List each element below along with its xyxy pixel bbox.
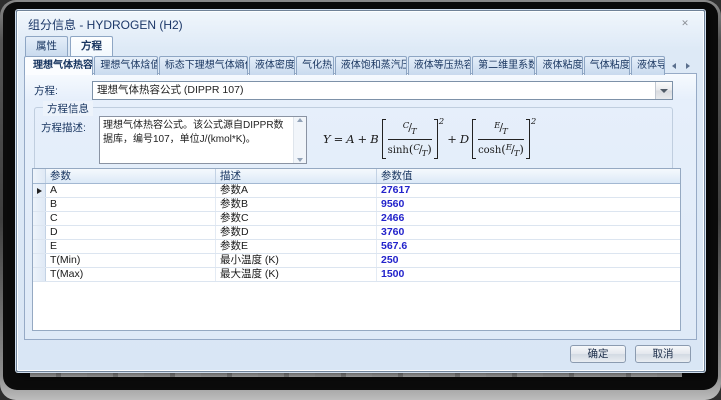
- table-empty-area: [33, 282, 680, 330]
- desc-cell: 参数B: [216, 198, 377, 211]
- value-cell[interactable]: 1500: [377, 268, 680, 281]
- value-cell[interactable]: 2466: [377, 212, 680, 225]
- row-selector[interactable]: [33, 240, 46, 253]
- ideal-gas-heat-capacity-page: 方程: 理想气体热容公式 (DIPPR 107) 方程信息 方程描述: 理想气体…: [24, 73, 697, 340]
- equation-info-group: 方程信息 方程描述: 理想气体热容公式。该公式源自DIPPR数据库，编号107，…: [34, 107, 673, 171]
- param-cell[interactable]: T(Max): [46, 268, 216, 281]
- param-cell[interactable]: C: [46, 212, 216, 225]
- tab-scroll-left-icon[interactable]: [669, 59, 680, 72]
- equation-label: 方程:: [34, 83, 92, 98]
- dialog-title: 组分信息 - HYDROGEN (H2): [28, 16, 183, 33]
- tab-scroll-right-icon[interactable]: [683, 59, 694, 72]
- table-header: 参数 描述 参数值: [33, 169, 680, 184]
- close-icon[interactable]: ✕: [678, 17, 692, 29]
- subtab-liquid-conductivity[interactable]: 液体导: [631, 56, 665, 75]
- combo-dropdown-button[interactable]: [655, 82, 672, 99]
- tab-equations[interactable]: 方程: [70, 36, 113, 56]
- equation-formula: Y = A + B C∕T sinh(C∕T) 2 + D: [323, 110, 668, 168]
- equation-description-box[interactable]: 理想气体热容公式。该公式源自DIPPR数据库，编号107，单位J/(kmol*K…: [99, 116, 307, 164]
- bracket-term-cosh: E∕T cosh(E∕T) 2: [472, 119, 536, 159]
- chevron-down-icon: [660, 89, 668, 93]
- value-cell[interactable]: 9560: [377, 198, 680, 211]
- header-value: 参数值: [377, 169, 680, 183]
- row-selector-header: [33, 169, 46, 183]
- main-tab-strip: 属性 方程: [25, 36, 115, 56]
- tab-scroll-buttons: [666, 56, 697, 75]
- value-cell[interactable]: 27617: [377, 184, 680, 197]
- param-cell[interactable]: B: [46, 198, 216, 211]
- desc-cell: 参数E: [216, 240, 377, 253]
- row-selector[interactable]: [33, 212, 46, 225]
- value-cell[interactable]: 3760: [377, 226, 680, 239]
- subtab-ideal-gas-enthalpy[interactable]: 理想气体焓值: [94, 56, 157, 75]
- table-row[interactable]: D 参数D 3760: [33, 226, 680, 240]
- subtab-ideal-gas-heat-capacity[interactable]: 理想气体热容: [24, 56, 93, 75]
- param-cell[interactable]: D: [46, 226, 216, 239]
- desc-cell: 参数D: [216, 226, 377, 239]
- dialog-buttons: 确定 取消: [570, 345, 691, 363]
- cancel-button[interactable]: 取消: [635, 345, 691, 363]
- header-param: 参数: [46, 169, 216, 183]
- table-row[interactable]: E 参数E 567.6: [33, 240, 680, 254]
- titlebar[interactable]: 组分信息 - HYDROGEN (H2) ✕: [17, 11, 704, 35]
- equation-select-row: 方程: 理想气体热容公式 (DIPPR 107): [34, 81, 673, 100]
- table-row[interactable]: A 参数A 27617: [33, 184, 680, 198]
- equation-description-label: 方程描述:: [41, 120, 86, 135]
- component-info-dialog: 组分信息 - HYDROGEN (H2) ✕ 属性 方程 理想气体热容 理想气体…: [16, 10, 705, 372]
- table-row[interactable]: T(Max) 最大温度 (K) 1500: [33, 268, 680, 282]
- current-row-marker-icon: [37, 188, 42, 194]
- desc-cell: 最大温度 (K): [216, 268, 377, 281]
- subtab-liquid-viscosity[interactable]: 液体粘度: [536, 56, 582, 75]
- subtab-liquid-saturated-vapor-pressure[interactable]: 液体饱和蒸汽压: [335, 56, 407, 75]
- subtab-heat-of-vaporization[interactable]: 气化热: [296, 56, 334, 75]
- subtab-second-virial-coefficient[interactable]: 第二维里系数: [472, 56, 535, 75]
- row-selector[interactable]: [33, 268, 46, 281]
- subtab-standard-ideal-gas-entropy[interactable]: 标态下理想气体熵值: [159, 56, 248, 75]
- equation-info-group-label: 方程信息: [43, 101, 93, 116]
- subtab-gas-viscosity[interactable]: 气体粘度: [584, 56, 630, 75]
- parameter-table: 参数 描述 参数值 A 参数A 27617 B 参数B 9560 C 参数C 2…: [32, 168, 681, 331]
- desc-cell: 参数A: [216, 184, 377, 197]
- subtab-liquid-isobaric-heat-capacity[interactable]: 液体等压热容: [408, 56, 471, 75]
- value-cell[interactable]: 567.6: [377, 240, 680, 253]
- header-desc: 描述: [216, 169, 377, 183]
- param-cell[interactable]: A: [46, 184, 216, 197]
- equation-selected-value: 理想气体热容公式 (DIPPR 107): [93, 82, 655, 99]
- equation-tab-strip: 理想气体热容 理想气体焓值 标态下理想气体熵值 液体密度 气化热 液体饱和蒸汽压…: [24, 56, 697, 75]
- tab-properties[interactable]: 属性: [25, 36, 68, 56]
- desc-cell: 最小温度 (K): [216, 254, 377, 267]
- row-selector[interactable]: [33, 184, 46, 197]
- param-cell[interactable]: T(Min): [46, 254, 216, 267]
- scroll-down-icon[interactable]: [297, 158, 303, 162]
- subtab-liquid-density[interactable]: 液体密度: [249, 56, 295, 75]
- desc-cell: 参数C: [216, 212, 377, 225]
- table-row[interactable]: B 参数B 9560: [33, 198, 680, 212]
- bracket-term-sinh: C∕T sinh(C∕T) 2: [382, 119, 445, 159]
- equation-select[interactable]: 理想气体热容公式 (DIPPR 107): [92, 81, 673, 100]
- table-row[interactable]: T(Min) 最小温度 (K) 250: [33, 254, 680, 268]
- row-selector[interactable]: [33, 198, 46, 211]
- row-selector[interactable]: [33, 254, 46, 267]
- row-selector[interactable]: [33, 226, 46, 239]
- param-cell[interactable]: E: [46, 240, 216, 253]
- scroll-up-icon[interactable]: [297, 118, 303, 122]
- description-scrollbar[interactable]: [293, 117, 306, 163]
- table-row[interactable]: C 参数C 2466: [33, 212, 680, 226]
- value-cell[interactable]: 250: [377, 254, 680, 267]
- ok-button[interactable]: 确定: [570, 345, 626, 363]
- equation-description-text: 理想气体热容公式。该公式源自DIPPR数据库，编号107，单位J/(kmol*K…: [100, 117, 293, 163]
